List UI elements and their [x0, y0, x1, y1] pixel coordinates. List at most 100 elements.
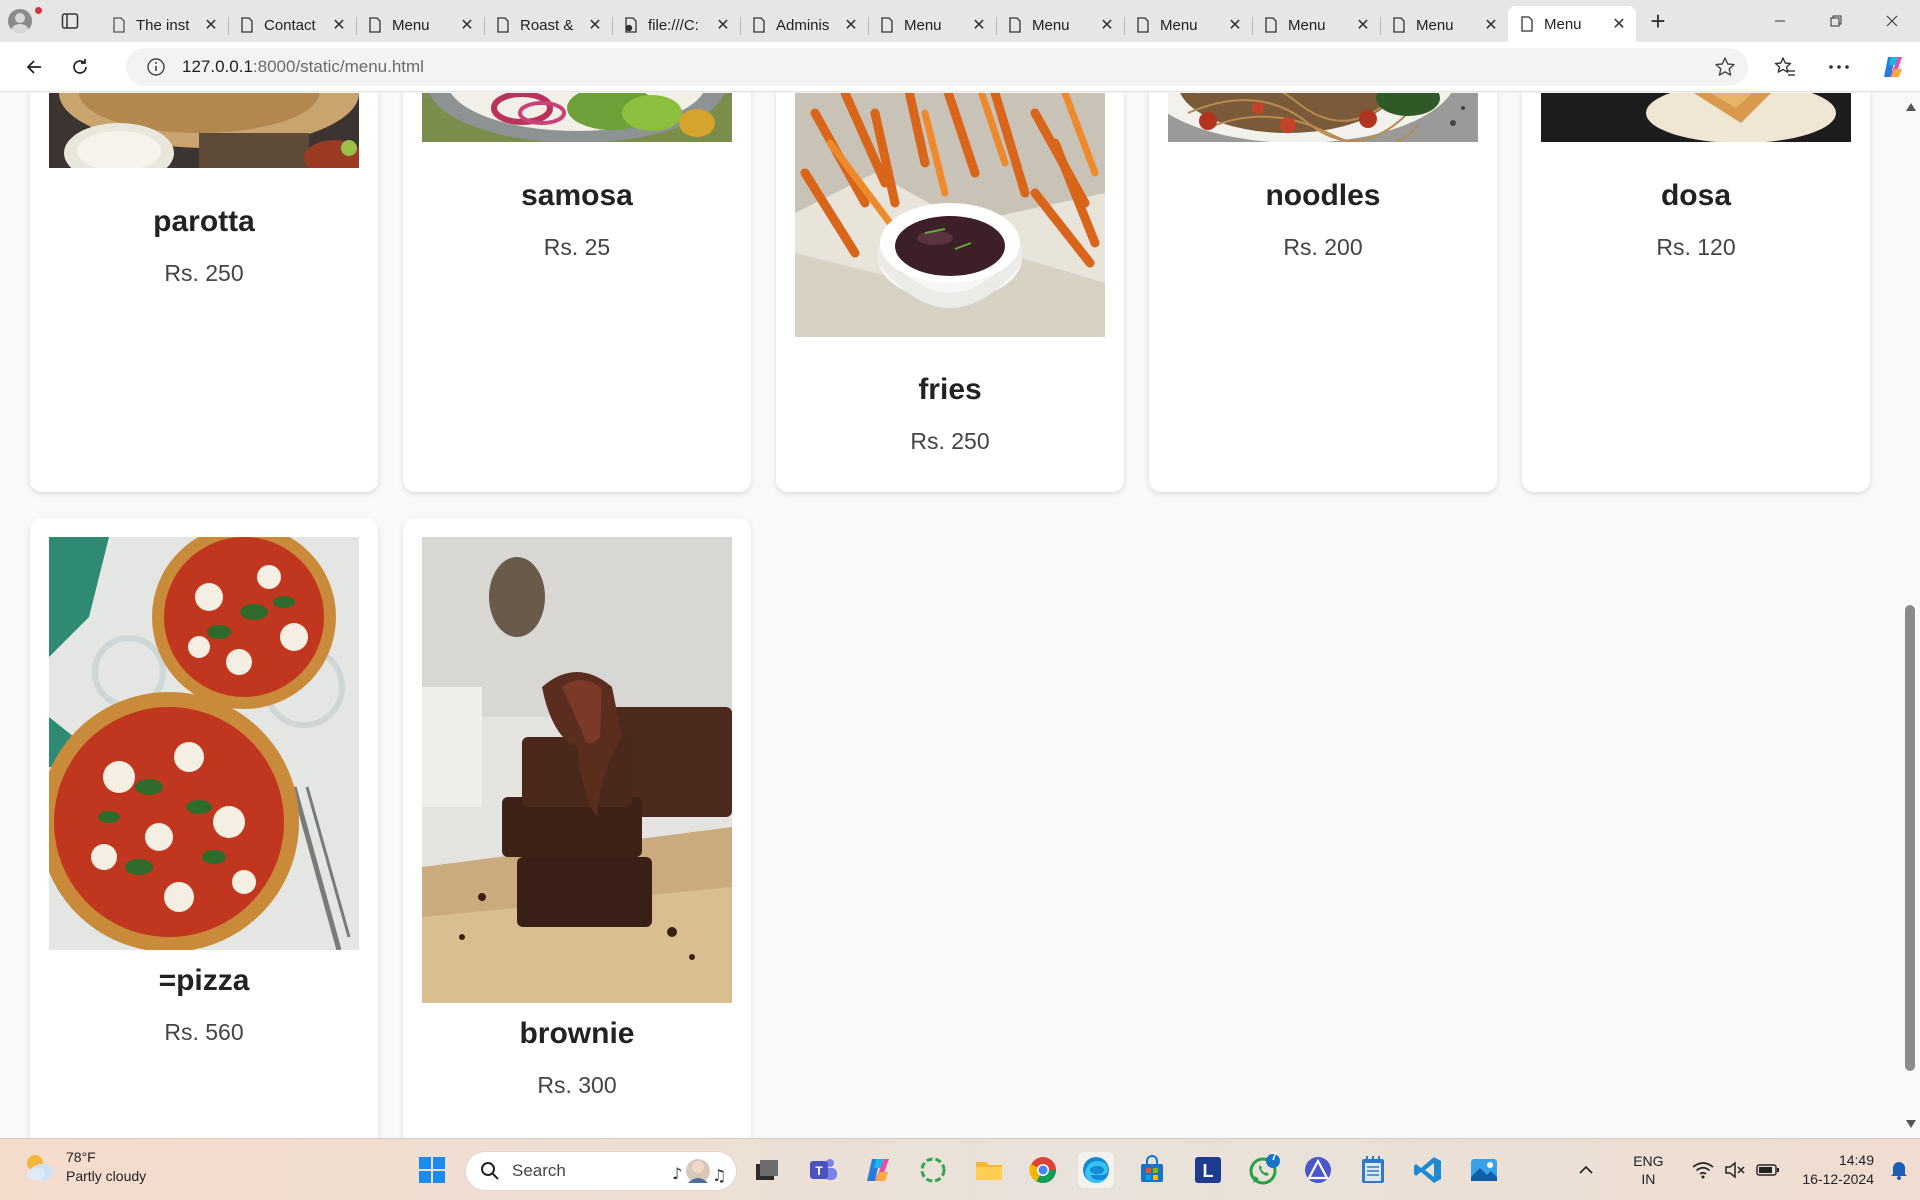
- chevron-up-icon: [1579, 1165, 1593, 1174]
- menu-card-fries[interactable]: fries Rs. 250: [776, 93, 1124, 492]
- weather-widget[interactable]: 78°F Partly cloudy: [22, 1148, 146, 1186]
- tab-12-active[interactable]: Menu ✕: [1508, 6, 1636, 42]
- page-icon: [1393, 17, 1405, 33]
- menu-card-brownie[interactable]: brownie Rs. 300: [403, 518, 751, 1138]
- tab-label: Menu: [1416, 16, 1454, 34]
- profile-button[interactable]: [0, 0, 42, 42]
- vscode-icon: [1414, 1157, 1441, 1183]
- minimize-button[interactable]: [1752, 0, 1808, 42]
- page-viewport[interactable]: parotta Rs. 250 samosa Rs. 25 fries Rs. …: [0, 93, 1920, 1138]
- food-image-samosa: [422, 93, 732, 142]
- task-view-icon: [756, 1160, 778, 1180]
- notepad-app[interactable]: [1355, 1152, 1391, 1188]
- store-app[interactable]: [1134, 1152, 1170, 1188]
- page-icon: [881, 17, 893, 33]
- settings-more-button[interactable]: [1812, 42, 1866, 92]
- scrollbar-thumb[interactable]: [1905, 605, 1915, 1071]
- brownie-image: [422, 537, 732, 1003]
- task-view-app[interactable]: [749, 1152, 785, 1188]
- copilot-app[interactable]: [860, 1152, 896, 1188]
- food-price: Rs. 120: [1656, 234, 1736, 260]
- address-bar[interactable]: 127.0.0.1:8000/static/menu.html: [126, 48, 1748, 86]
- tab-close-icon[interactable]: ✕: [1482, 15, 1500, 35]
- language-indicator[interactable]: ENG IN: [1618, 1152, 1678, 1188]
- tab-close-icon[interactable]: ✕: [330, 15, 348, 35]
- restore-button[interactable]: [1808, 0, 1864, 42]
- svg-text:L: L: [1203, 1161, 1214, 1181]
- store-bag-icon: [1141, 1155, 1163, 1182]
- start-button[interactable]: [414, 1152, 450, 1188]
- menu-card-parotta[interactable]: parotta Rs. 250: [30, 93, 378, 492]
- chrome-icon: [1029, 1157, 1057, 1184]
- back-button[interactable]: [13, 46, 55, 88]
- copilot-button[interactable]: [1866, 42, 1920, 92]
- tab-6[interactable]: Adminis ✕: [740, 8, 868, 42]
- tab-8[interactable]: Menu ✕: [996, 8, 1124, 42]
- tab-close-icon[interactable]: ✕: [1354, 15, 1372, 35]
- site-info-icon[interactable]: [146, 57, 166, 77]
- tab-4[interactable]: Roast & ✕: [484, 8, 612, 42]
- tab-close-icon[interactable]: ✕: [970, 15, 988, 35]
- file-explorer-app[interactable]: [971, 1152, 1007, 1188]
- menu-card-pizza[interactable]: =pizza Rs. 560: [30, 518, 378, 1138]
- menu-card-samosa[interactable]: samosa Rs. 25: [403, 93, 751, 492]
- vertical-scrollbar[interactable]: [1900, 93, 1920, 1138]
- svg-text:♫: ♫: [712, 1166, 726, 1185]
- clock[interactable]: 14:49 16-12-2024: [1802, 1151, 1874, 1189]
- triangle-logo-icon: [1305, 1157, 1331, 1183]
- tab-close-icon[interactable]: ✕: [202, 15, 220, 35]
- food-price: Rs. 250: [164, 260, 244, 286]
- food-image-dosa: [1541, 93, 1851, 142]
- page-icon: [497, 17, 509, 33]
- menu-card-dosa[interactable]: dosa Rs. 120: [1522, 93, 1870, 492]
- photos-app[interactable]: [1466, 1152, 1502, 1188]
- new-tab-button[interactable]: +: [1636, 0, 1680, 42]
- taskbar-search[interactable]: Search ♪ ♫: [465, 1151, 737, 1191]
- favorite-star-icon[interactable]: [1714, 56, 1736, 78]
- teams-app[interactable]: T: [805, 1152, 841, 1188]
- loop-app[interactable]: [915, 1152, 951, 1188]
- notification-button[interactable]: [1884, 1160, 1914, 1180]
- tab-close-icon[interactable]: ✕: [1098, 15, 1116, 35]
- tab-label: Menu: [1160, 16, 1198, 34]
- tab-9[interactable]: Menu ✕: [1124, 8, 1252, 42]
- refresh-button[interactable]: [59, 46, 101, 88]
- scroll-down-arrow-icon[interactable]: [1906, 1120, 1916, 1128]
- page-icon: [369, 17, 381, 33]
- wifi-icon: [1692, 1162, 1714, 1179]
- chrome-app[interactable]: [1025, 1152, 1061, 1188]
- food-image-noodles: [1168, 93, 1478, 142]
- tab-actions-button[interactable]: [40, 0, 100, 42]
- tab-11[interactable]: Menu ✕: [1380, 8, 1508, 42]
- tab-3[interactable]: Menu ✕: [356, 8, 484, 42]
- quick-settings-button[interactable]: [1692, 1161, 1780, 1179]
- menu-card-noodles[interactable]: noodles Rs. 200: [1149, 93, 1497, 492]
- pizza-image: [49, 537, 359, 950]
- search-placeholder: Search: [512, 1161, 566, 1180]
- triangle-app[interactable]: [1300, 1152, 1336, 1188]
- url-text[interactable]: 127.0.0.1:8000/static/menu.html: [182, 57, 424, 77]
- close-window-button[interactable]: [1864, 0, 1920, 42]
- tab-2[interactable]: Contact ✕: [228, 8, 356, 42]
- vscode-app[interactable]: [1410, 1152, 1446, 1188]
- tab-close-icon[interactable]: ✕: [458, 15, 476, 35]
- food-image-brownie: [422, 537, 732, 1003]
- teams-icon: T: [810, 1159, 837, 1180]
- tab-5[interactable]: file:///C: ✕: [612, 8, 740, 42]
- tab-1[interactable]: The inst ✕: [100, 8, 228, 42]
- tab-close-icon[interactable]: ✕: [714, 15, 732, 35]
- show-hidden-icons-button[interactable]: [1566, 1165, 1606, 1175]
- favorites-button[interactable]: [1758, 42, 1812, 92]
- tab-close-icon[interactable]: ✕: [1610, 14, 1628, 34]
- tab-7[interactable]: Menu ✕: [868, 8, 996, 42]
- tab-close-icon[interactable]: ✕: [586, 15, 604, 35]
- tab-10[interactable]: Menu ✕: [1252, 8, 1380, 42]
- folder-icon: [976, 1162, 1002, 1180]
- page-icon: [753, 17, 765, 33]
- edge-app-active[interactable]: [1078, 1152, 1114, 1188]
- tab-close-icon[interactable]: ✕: [842, 15, 860, 35]
- whatsapp-app[interactable]: 7: [1246, 1151, 1282, 1188]
- scroll-up-arrow-icon[interactable]: [1906, 103, 1916, 111]
- tab-close-icon[interactable]: ✕: [1226, 15, 1244, 35]
- l-app[interactable]: L: [1190, 1152, 1226, 1188]
